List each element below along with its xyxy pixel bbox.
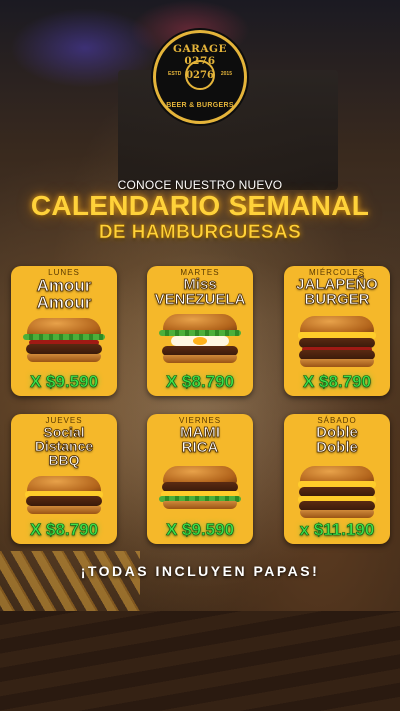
logo-bottom-text: BEER & BURGERS bbox=[166, 102, 234, 109]
logo-monogram: 0276 bbox=[185, 60, 215, 90]
footer-note: ¡TODAS INCLUYEN PAPAS! bbox=[80, 563, 320, 579]
burger-image bbox=[25, 476, 103, 520]
card-name-line: Amour bbox=[36, 276, 92, 295]
page-subtitle: DE HAMBURGUESAS bbox=[98, 222, 302, 244]
card-burger-name: MAMI RICA bbox=[147, 424, 253, 456]
card-name-line: Amour bbox=[36, 293, 92, 312]
burger-image bbox=[298, 316, 376, 370]
day-card-viernes: VIERNES MAMI RICA X $9.590 bbox=[147, 414, 253, 544]
card-burger-name: Amour Amour bbox=[11, 276, 117, 312]
card-price: x $11.190 bbox=[299, 520, 375, 540]
day-card-lunes: LUNES Amour Amour X $9.590 bbox=[11, 266, 117, 396]
card-name-line: MAMI bbox=[180, 424, 221, 441]
card-burger-name: Miss VENEZUELA bbox=[147, 276, 253, 308]
card-price: X $8.790 bbox=[302, 372, 372, 392]
card-burger-name: Doble Doble bbox=[284, 424, 390, 456]
day-card-martes: MARTES Miss VENEZUELA X $8.790 bbox=[147, 266, 253, 396]
logo-estd: ESTD bbox=[168, 71, 182, 77]
page-title: CALENDARIO SEMANAL bbox=[30, 190, 370, 221]
burger-image bbox=[298, 466, 376, 518]
card-burger-name: Social Distance BBQ bbox=[11, 424, 117, 468]
card-name-line: RICA bbox=[181, 439, 219, 456]
day-card-miercoles: MIÉRCOLES JALAPEÑO BURGER X $8.790 bbox=[284, 266, 390, 396]
card-name-line: Social bbox=[43, 424, 85, 440]
burger-image bbox=[159, 314, 241, 370]
card-name-line: VENEZUELA bbox=[154, 291, 246, 308]
card-burger-name: JALAPEÑO BURGER bbox=[284, 276, 390, 308]
card-name-line: Doble bbox=[316, 424, 358, 441]
day-card-sabado: SÁBADO Doble Doble x $11.190 bbox=[284, 414, 390, 544]
card-name-line: BURGER bbox=[304, 291, 370, 308]
day-card-jueves: JUEVES Social Distance BBQ X $8.790 bbox=[11, 414, 117, 544]
card-name-line: BBQ bbox=[48, 452, 80, 468]
garage-logo: GARAGE 0276 ESTD 0276 2015 BEER & BURGER… bbox=[153, 30, 247, 124]
card-name-line: Distance bbox=[34, 438, 94, 454]
card-price: X $8.790 bbox=[29, 520, 99, 540]
logo-year: 2015 bbox=[220, 71, 232, 77]
background-wood-table bbox=[0, 611, 400, 711]
burger-image bbox=[23, 318, 105, 370]
card-price: X $9.590 bbox=[29, 372, 99, 392]
burger-image bbox=[159, 466, 241, 518]
card-price: X $8.790 bbox=[165, 372, 235, 392]
card-name-line: JALAPEÑO bbox=[296, 276, 378, 293]
card-name-line: Miss bbox=[183, 276, 217, 293]
card-price: X $9.590 bbox=[165, 520, 235, 540]
card-name-line: Doble bbox=[316, 439, 358, 456]
